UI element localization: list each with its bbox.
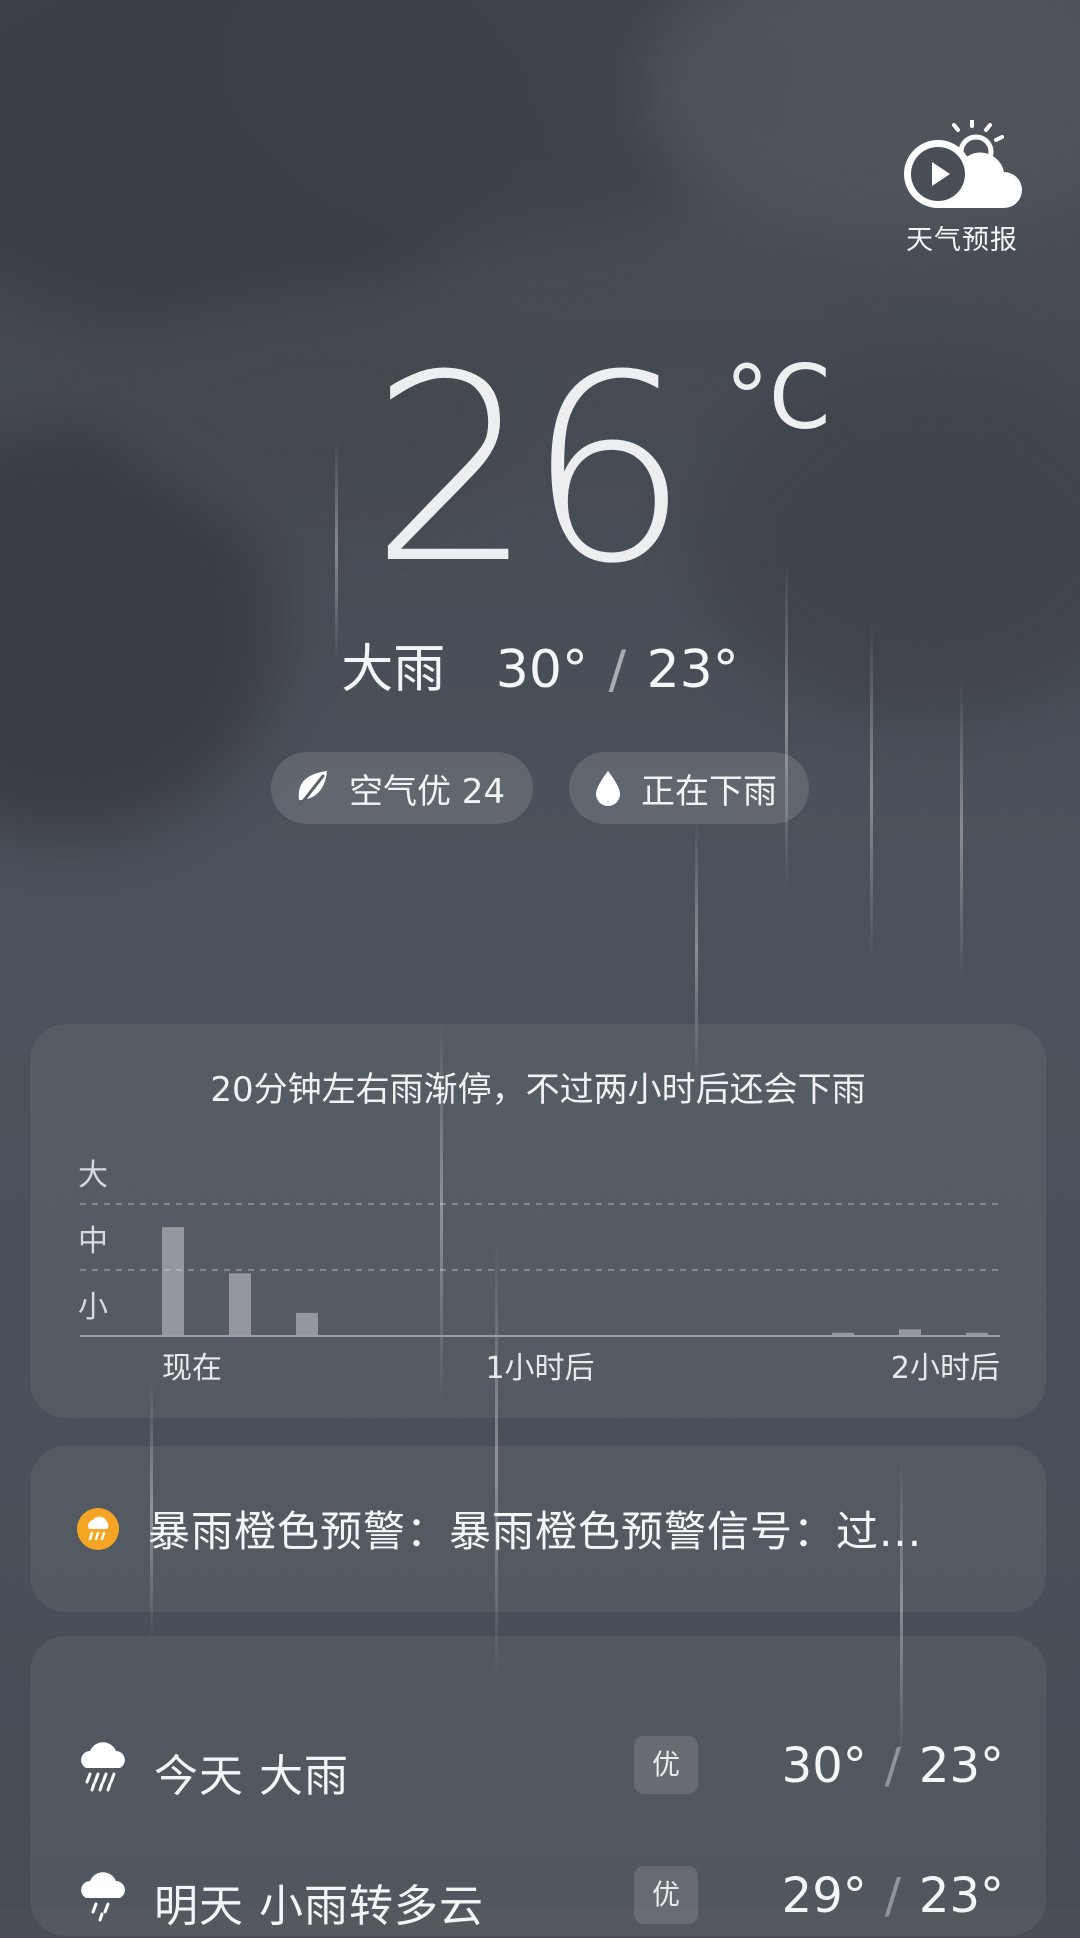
- day-label: 明天 小雨转多云: [154, 1881, 484, 1932]
- day-high: 29°: [781, 1868, 867, 1924]
- y-label-moderate: 中: [78, 1224, 108, 1259]
- precip-bar: [229, 1273, 251, 1336]
- separator: /: [608, 640, 627, 700]
- low-temperature: 23°: [646, 640, 739, 700]
- y-label-heavy: 大: [78, 1158, 108, 1193]
- status-pills: 空气优 24 正在下雨: [0, 752, 1080, 824]
- rain-streak: [960, 680, 963, 980]
- day-row-tomorrow[interactable]: 明天 小雨转多云 优 29° / 23°: [30, 1858, 1046, 1938]
- precipitation-chart: 大 中 小 现在 1小时后 2小时后: [78, 1158, 1000, 1386]
- day-row-today[interactable]: 今天 大雨 优 30° / 23°: [30, 1728, 1046, 1808]
- precip-bar: [296, 1312, 318, 1336]
- brand-label: 天气预报: [906, 225, 1018, 256]
- heavy-rain-icon: [81, 1742, 125, 1792]
- rain-streak: [785, 560, 788, 890]
- day-low: 23°: [918, 1738, 1004, 1794]
- x-label-now: 现在: [162, 1351, 222, 1386]
- weather-video-icon: [904, 120, 1022, 208]
- current-temperature-block: 26 °C: [0, 340, 1080, 600]
- weather-alert-card[interactable]: 暴雨橙色预警：暴雨橙色预警信号：过...: [30, 1446, 1046, 1612]
- x-label-2h: 2小时后: [891, 1351, 1000, 1386]
- rainstorm-warning-icon: [77, 1507, 119, 1550]
- y-label-light: 小: [78, 1290, 108, 1325]
- condition-summary: 大雨 30° / 23°: [0, 640, 1080, 700]
- alert-text: 暴雨橙色预警：暴雨橙色预警信号：过...: [148, 1507, 923, 1556]
- day-low: 23°: [918, 1868, 1004, 1924]
- current-temperature: 26: [370, 320, 690, 620]
- separator: /: [884, 1738, 901, 1794]
- raindrop-icon: [596, 771, 620, 806]
- separator: /: [884, 1868, 901, 1924]
- temperature-unit: °C: [725, 346, 831, 449]
- air-quality-pill[interactable]: 空气优 24: [271, 752, 533, 824]
- raining-now-pill[interactable]: 正在下雨: [569, 752, 809, 824]
- day-temperature-range: 30° / 23°: [782, 1738, 1004, 1794]
- weather-video-button[interactable]: 天气预报: [892, 120, 1032, 257]
- sky-background: [0, 0, 1080, 1908]
- air-quality-text: 空气优 24: [349, 771, 506, 812]
- day-label: 今天 大雨: [154, 1751, 349, 1802]
- precipitation-forecast-card[interactable]: 20分钟左右雨渐停，不过两小时后还会下雨 大 中 小 现在 1小时后 2小时后: [30, 1024, 1046, 1418]
- raining-now-text: 正在下雨: [641, 771, 777, 812]
- leaf-icon: [298, 771, 327, 806]
- air-quality-badge: 优: [634, 1866, 698, 1924]
- cloud: [0, 0, 500, 340]
- cloud: [220, 0, 780, 240]
- air-quality-badge: 优: [634, 1736, 698, 1794]
- condition-text: 大雨: [341, 640, 446, 700]
- daily-forecast-card[interactable]: 今天 大雨 优 30° / 23° 明天 小雨转多云 优 29° / 23°: [30, 1636, 1046, 1936]
- light-rain-icon: [81, 1872, 125, 1922]
- alert-row: 暴雨橙色预警：暴雨橙色预警信号：过...: [76, 1498, 1036, 1559]
- high-temperature: 30°: [495, 640, 588, 700]
- day-temperature-range: 29° / 23°: [782, 1868, 1004, 1924]
- precip-bar: [162, 1227, 184, 1336]
- day-high: 30°: [781, 1738, 867, 1794]
- x-label-1h: 1小时后: [485, 1351, 594, 1386]
